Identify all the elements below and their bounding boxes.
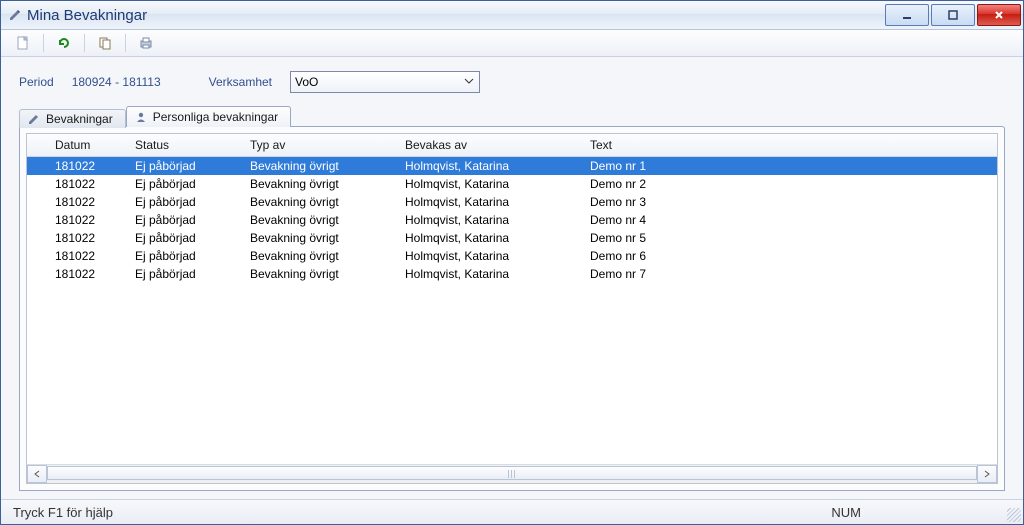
tab-bevakningar[interactable]: Bevakningar <box>19 109 126 128</box>
cell-bevakas: Holmqvist, Katarina <box>397 231 582 245</box>
cell-bevakas: Holmqvist, Katarina <box>397 177 582 191</box>
verksamhet-dropdown[interactable]: VoO <box>290 71 480 93</box>
tab-panel: Datum Status Typ av Bevakas av Text 1810… <box>19 126 1005 491</box>
cell-typ: Bevakning övrigt <box>242 267 397 281</box>
app-icon <box>9 9 21 21</box>
resize-gripper[interactable] <box>1007 508 1021 522</box>
cell-status: Ej påbörjad <box>127 231 242 245</box>
cell-typ: Bevakning övrigt <box>242 231 397 245</box>
new-button[interactable] <box>13 33 33 53</box>
cell-status: Ej påbörjad <box>127 195 242 209</box>
copy-button[interactable] <box>95 33 115 53</box>
cell-typ: Bevakning övrigt <box>242 195 397 209</box>
person-icon <box>135 111 147 123</box>
refresh-button[interactable] <box>54 33 74 53</box>
cell-status: Ej påbörjad <box>127 213 242 227</box>
toolbar-separator <box>43 34 44 52</box>
cell-typ: Bevakning övrigt <box>242 213 397 227</box>
cell-datum: 181022 <box>27 267 127 281</box>
maximize-button[interactable] <box>931 4 975 26</box>
cell-text: Demo nr 4 <box>582 213 962 227</box>
window-title: Mina Bevakningar <box>27 7 147 24</box>
col-typ[interactable]: Typ av <box>242 138 397 152</box>
cell-status: Ej påbörjad <box>127 159 242 173</box>
scroll-right-button[interactable] <box>977 465 997 483</box>
cell-datum: 181022 <box>27 177 127 191</box>
tab-label: Personliga bevakningar <box>153 110 278 124</box>
table-row[interactable]: 181022Ej påbörjadBevakning övrigtHolmqvi… <box>27 175 997 193</box>
content-area: Period 180924 - 181113 Verksamhet VoO Be… <box>1 57 1023 499</box>
table-row[interactable]: 181022Ej påbörjadBevakning övrigtHolmqvi… <box>27 211 997 229</box>
cell-text: Demo nr 6 <box>582 249 962 263</box>
col-text[interactable]: Text <box>582 138 962 152</box>
cell-datum: 181022 <box>27 249 127 263</box>
status-bar: Tryck F1 för hjälp NUM <box>1 499 1023 524</box>
cell-datum: 181022 <box>27 195 127 209</box>
minimize-button[interactable] <box>885 4 929 26</box>
close-button[interactable] <box>977 4 1021 26</box>
cell-text: Demo nr 7 <box>582 267 962 281</box>
scroll-thumb[interactable] <box>47 466 977 480</box>
cell-datum: 181022 <box>27 213 127 227</box>
cell-bevakas: Holmqvist, Katarina <box>397 159 582 173</box>
table-row[interactable]: 181022Ej påbörjadBevakning övrigtHolmqvi… <box>27 265 997 283</box>
cell-status: Ej påbörjad <box>127 267 242 281</box>
cell-text: Demo nr 3 <box>582 195 962 209</box>
grid-header[interactable]: Datum Status Typ av Bevakas av Text <box>27 134 997 157</box>
col-bevakas[interactable]: Bevakas av <box>397 138 582 152</box>
cell-text: Demo nr 2 <box>582 177 962 191</box>
grid-body[interactable]: 181022Ej påbörjadBevakning övrigtHolmqvi… <box>27 157 997 464</box>
cell-bevakas: Holmqvist, Katarina <box>397 195 582 209</box>
horizontal-scrollbar[interactable] <box>27 464 997 483</box>
chevron-down-icon <box>461 73 477 89</box>
cell-text: Demo nr 5 <box>582 231 962 245</box>
pencil-icon <box>28 113 40 125</box>
table-row[interactable]: 181022Ej påbörjadBevakning övrigtHolmqvi… <box>27 229 997 247</box>
period-value: 180924 - 181113 <box>72 75 161 89</box>
period-label: Period <box>19 75 54 89</box>
scroll-track[interactable] <box>47 466 977 482</box>
cell-text: Demo nr 1 <box>582 159 962 173</box>
toolbar <box>1 30 1023 57</box>
cell-datum: 181022 <box>27 231 127 245</box>
print-button[interactable] <box>136 33 156 53</box>
col-status[interactable]: Status <box>127 138 242 152</box>
tab-personliga[interactable]: Personliga bevakningar <box>126 106 291 127</box>
verksamhet-label: Verksamhet <box>209 75 272 89</box>
cell-bevakas: Holmqvist, Katarina <box>397 213 582 227</box>
data-grid[interactable]: Datum Status Typ av Bevakas av Text 1810… <box>26 133 998 484</box>
cell-bevakas: Holmqvist, Katarina <box>397 267 582 281</box>
cell-bevakas: Holmqvist, Katarina <box>397 249 582 263</box>
cell-typ: Bevakning övrigt <box>242 249 397 263</box>
status-num: NUM <box>831 505 861 520</box>
filter-row: Period 180924 - 181113 Verksamhet VoO <box>19 71 1009 93</box>
app-window: Mina Bevakningar Period 180924 - 181113 … <box>0 0 1024 525</box>
tab-row: Bevakningar Personliga bevakningar <box>19 105 1009 126</box>
table-row[interactable]: 181022Ej påbörjadBevakning övrigtHolmqvi… <box>27 193 997 211</box>
cell-status: Ej påbörjad <box>127 249 242 263</box>
toolbar-separator <box>125 34 126 52</box>
scroll-left-button[interactable] <box>27 465 47 483</box>
cell-status: Ej påbörjad <box>127 177 242 191</box>
status-help: Tryck F1 för hjälp <box>13 505 113 520</box>
title-bar[interactable]: Mina Bevakningar <box>1 1 1023 30</box>
cell-datum: 181022 <box>27 159 127 173</box>
verksamhet-selected: VoO <box>295 75 318 89</box>
cell-typ: Bevakning övrigt <box>242 177 397 191</box>
col-datum[interactable]: Datum <box>27 138 127 152</box>
toolbar-separator <box>84 34 85 52</box>
tab-label: Bevakningar <box>46 112 113 126</box>
cell-typ: Bevakning övrigt <box>242 159 397 173</box>
table-row[interactable]: 181022Ej påbörjadBevakning övrigtHolmqvi… <box>27 157 997 175</box>
table-row[interactable]: 181022Ej påbörjadBevakning övrigtHolmqvi… <box>27 247 997 265</box>
